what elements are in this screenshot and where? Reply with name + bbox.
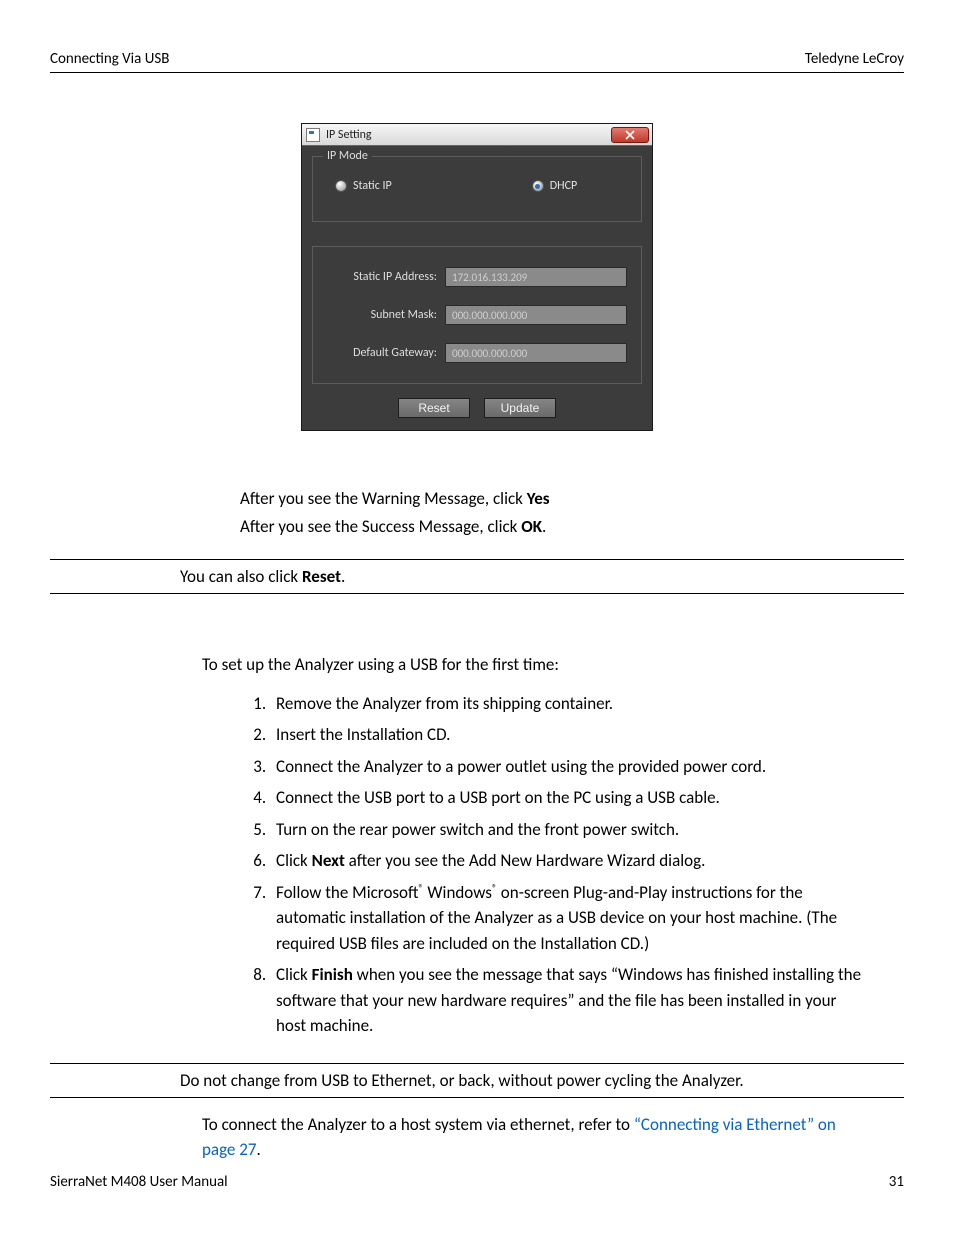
subnet-mask-input[interactable] [445,305,627,325]
close-icon [625,130,635,140]
radio-dhcp-label: DHCP [550,179,577,193]
default-gateway-input[interactable] [445,343,627,363]
footer-left: SierraNet M408 User Manual [50,1173,228,1191]
radio-static-ip[interactable]: Static IP [335,179,392,193]
subnet-mask-label: Subnet Mask: [327,308,437,322]
radio-icon [335,180,347,192]
step-7: Follow the Microsoft® Windows® on-screen… [270,880,864,957]
note-power-cycle: Do not change from USB to Ethernet, or b… [50,1063,904,1098]
default-gateway-label: Default Gateway: [327,346,437,360]
ip-mode-group: IP Mode Static IP DHCP [312,156,642,222]
step-3: Connect the Analyzer to a power outlet u… [270,754,864,780]
ip-fields-group: Static IP Address: Subnet Mask: Default … [312,246,642,384]
note-reset: You can also click Reset. [50,559,904,594]
ip-mode-legend: IP Mode [323,149,372,163]
static-ip-input[interactable] [445,267,627,287]
titlebar[interactable]: IP Setting [302,124,652,146]
radio-static-label: Static IP [353,179,392,193]
ethernet-ref: To connect the Analyzer to a host system… [202,1112,864,1163]
header-right: Teledyne LeCroy [805,50,904,68]
step-5: Turn on the rear power switch and the fr… [270,817,864,843]
dialog-title: IP Setting [326,128,372,142]
page-header: Connecting Via USB Teledyne LeCroy [50,50,904,73]
warning-line: After you see the Warning Message, click… [240,486,904,512]
setup-intro: To set up the Analyzer using a USB for t… [202,654,904,675]
radio-dhcp[interactable]: DHCP [532,179,577,193]
step-6: Click Next after you see the Add New Har… [270,848,864,874]
step-2: Insert the Installation CD. [270,722,864,748]
success-line: After you see the Success Message, click… [240,514,904,540]
static-ip-label: Static IP Address: [327,270,437,284]
radio-icon [532,180,544,192]
update-button[interactable]: Update [484,398,556,418]
setup-steps: Remove the Analyzer from its shipping co… [270,691,864,1039]
step-4: Connect the USB port to a USB port on th… [270,785,864,811]
close-button[interactable] [611,127,649,143]
app-icon [306,128,320,142]
step-1: Remove the Analyzer from its shipping co… [270,691,864,717]
step-8: Click Finish when you see the message th… [270,962,864,1039]
ip-setting-dialog: IP Setting IP Mode Static IP DHCP [301,123,653,431]
footer-page-number: 31 [889,1173,904,1191]
page-footer: SierraNet M408 User Manual 31 [50,1173,904,1191]
header-left: Connecting Via USB [50,50,169,68]
reset-button[interactable]: Reset [398,398,470,418]
